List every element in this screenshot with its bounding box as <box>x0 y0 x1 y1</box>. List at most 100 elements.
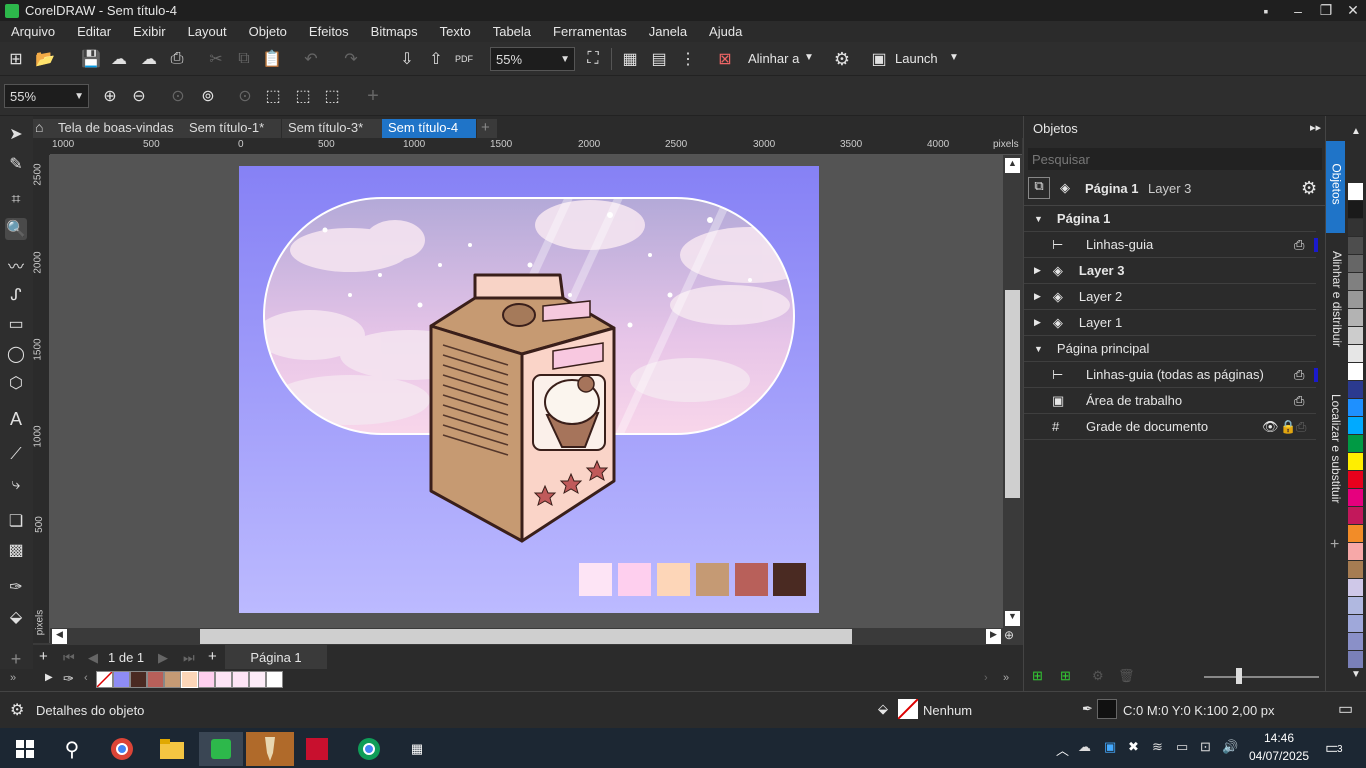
new-master-layer-icon[interactable]: ⊞ <box>1060 668 1071 684</box>
add-icon[interactable]: + <box>362 85 384 107</box>
chevron-down-icon[interactable]: ▼ <box>1034 344 1043 354</box>
align-to-dropdown[interactable]: Alinhar a <box>748 51 799 66</box>
artistic-media-icon[interactable]: ᔑ <box>5 284 27 306</box>
pick-tool-icon[interactable]: ➤ <box>5 123 27 145</box>
expand-palette-icon[interactable]: » <box>1003 672 1009 684</box>
lock-icon[interactable]: 🔒 <box>1280 419 1296 435</box>
chevron-right-icon[interactable]: ▶ <box>1034 291 1041 302</box>
horizontal-ruler[interactable]: 1000 500 0 500 1000 1500 2000 2500 3000 … <box>50 138 1022 155</box>
fill-tool-icon[interactable]: ⬙ <box>5 606 27 628</box>
collapse-docker-icon[interactable]: ▸▸ <box>1310 121 1321 134</box>
tree-row-master-guides[interactable]: ⊢ Linhas-guia (todas as páginas) ⎙ <box>1024 362 1318 388</box>
add-page-before-icon[interactable]: + <box>39 648 48 665</box>
tree-row-guides[interactable]: ⊢ Linhas-guia ⎙ <box>1024 232 1318 258</box>
clock-time[interactable]: 14:46 <box>1264 731 1294 745</box>
windows-start-icon[interactable] <box>8 732 42 766</box>
tray-app-icon[interactable]: ⊡ <box>1200 739 1211 755</box>
cloud-download-icon[interactable]: ☁ <box>138 48 160 70</box>
launch-dropdown[interactable]: Launch <box>895 51 938 66</box>
zoom-fit-icon[interactable]: ⬚ <box>321 85 343 107</box>
swatch[interactable] <box>773 563 806 596</box>
swatch[interactable] <box>579 563 612 596</box>
save-icon[interactable]: 💾 <box>80 48 102 70</box>
color-swatch[interactable] <box>1348 543 1363 560</box>
horizontal-scrollbar[interactable]: ◀ ▶ <box>50 628 1003 644</box>
tray-network-icon[interactable]: ▭ <box>1176 739 1188 755</box>
tree-row-master-page[interactable]: ▼ Página principal <box>1024 336 1316 362</box>
color-swatch[interactable] <box>1348 489 1363 506</box>
first-page-icon[interactable]: ⏮ <box>63 650 75 666</box>
palette-menu-icon[interactable]: ▶ <box>45 672 53 683</box>
slider-handle[interactable] <box>1236 668 1242 684</box>
scroll-left-icon[interactable]: ‹ <box>84 672 88 684</box>
guidelines-icon[interactable]: ⋮ <box>677 48 699 70</box>
zoom-tool-icon[interactable]: 🔍 <box>5 218 27 240</box>
swatch[interactable] <box>735 563 768 596</box>
rectangle-tool-icon[interactable]: ▭ <box>5 313 27 335</box>
crop-tool-icon[interactable]: ⌗ <box>5 189 27 211</box>
add-docker-icon[interactable]: + <box>1330 536 1339 554</box>
close-button[interactable]: ✕ <box>1338 0 1366 21</box>
color-swatch[interactable] <box>1348 471 1363 488</box>
tray-app-icon[interactable]: ▣ <box>1104 739 1116 755</box>
tab-welcome[interactable]: ⌂ Tela de boas-vindas <box>33 119 183 138</box>
palette-swatch-selected[interactable] <box>181 671 198 688</box>
palette-swatch[interactable] <box>266 671 283 688</box>
color-swatch[interactable] <box>1348 633 1363 650</box>
import-icon[interactable]: ⇩ <box>396 48 418 70</box>
shape-tool-icon[interactable]: ✎ <box>5 153 27 175</box>
chevron-down-icon[interactable]: ▼ <box>949 52 959 63</box>
zoom-in-icon[interactable]: ⊕ <box>99 85 121 107</box>
printer-icon[interactable]: ⎙ <box>1294 367 1304 383</box>
tree-row-desktop[interactable]: ▣ Área de trabalho ⎙ <box>1024 388 1316 414</box>
color-swatch[interactable] <box>1348 381 1363 398</box>
redo-icon[interactable]: ↷ <box>340 48 362 70</box>
settings-gear-icon[interactable]: ⚙ <box>1301 178 1317 199</box>
menu-ferramentas[interactable]: Ferramentas <box>553 24 627 39</box>
color-swatch[interactable] <box>1348 399 1363 416</box>
chevron-down-icon[interactable]: ▼ <box>1034 214 1043 224</box>
tray-chevron-up-icon[interactable]: ︿ <box>1056 740 1069 759</box>
color-swatch[interactable] <box>1348 327 1363 344</box>
scroll-right-icon[interactable]: ▶ <box>986 629 1001 644</box>
grid-icon[interactable]: ▤ <box>648 48 670 70</box>
navigator-icon[interactable]: ⊕ <box>1004 628 1022 644</box>
zoom-selected-icon[interactable]: ⊙ <box>167 85 189 107</box>
rulers-icon[interactable]: ▦ <box>619 48 641 70</box>
no-color-swatch[interactable] <box>1348 183 1363 200</box>
color-swatch[interactable] <box>1348 345 1363 362</box>
tray-wifi-icon[interactable]: ≋ <box>1152 739 1163 755</box>
page-layer-toggle-icon[interactable]: ⧉ <box>1028 177 1050 199</box>
chevron-right-icon[interactable]: ▶ <box>1034 317 1041 328</box>
launch-icon[interactable]: ▣ <box>868 48 890 70</box>
tree-row-layer1[interactable]: ▶ ◈ Layer 1 <box>1024 310 1316 336</box>
cloud-upload-icon[interactable]: ☁ <box>108 48 130 70</box>
tree-row-document-grid[interactable]: # Grade de documento 👁 🔒 ⎙ <box>1024 414 1316 440</box>
tab-sem-titulo-3[interactable]: Sem título-3* <box>282 119 382 138</box>
volume-icon[interactable]: 🔊 <box>1222 739 1238 755</box>
new-tab-button[interactable]: + <box>477 119 497 138</box>
zoom-all-objects-icon[interactable]: ⊚ <box>197 85 219 107</box>
color-swatch[interactable] <box>1348 255 1363 272</box>
menu-ajuda[interactable]: Ajuda <box>709 24 742 39</box>
zoom-level-select[interactable]: 55% ▼ <box>490 47 575 71</box>
color-swatch[interactable] <box>1348 507 1363 524</box>
scroll-left-icon[interactable]: ◀ <box>52 629 67 644</box>
last-page-icon[interactable]: ⏭ <box>183 650 195 666</box>
expand-icon[interactable]: » <box>10 672 16 684</box>
tree-row-page[interactable]: ▼ Página 1 <box>1024 206 1316 232</box>
printer-icon[interactable]: ⎙ <box>1294 393 1304 409</box>
open-folder-icon[interactable]: 📂 <box>34 48 56 70</box>
scroll-right-icon[interactable]: › <box>984 672 988 684</box>
color-swatch[interactable] <box>1348 615 1363 632</box>
color-swatch[interactable] <box>1348 435 1363 452</box>
minimize-button[interactable]: – <box>1283 0 1313 21</box>
print-icon[interactable]: ⎙ <box>166 48 188 70</box>
polygon-tool-icon[interactable]: ⬡ <box>5 372 27 394</box>
connector-tool-icon[interactable]: ⤷ <box>5 474 27 496</box>
scroll-up-icon[interactable]: ▲ <box>1005 158 1020 173</box>
palette-swatch[interactable] <box>232 671 249 688</box>
cut-icon[interactable]: ✂ <box>205 48 227 70</box>
swatch[interactable] <box>696 563 729 596</box>
swatch[interactable] <box>618 563 651 596</box>
